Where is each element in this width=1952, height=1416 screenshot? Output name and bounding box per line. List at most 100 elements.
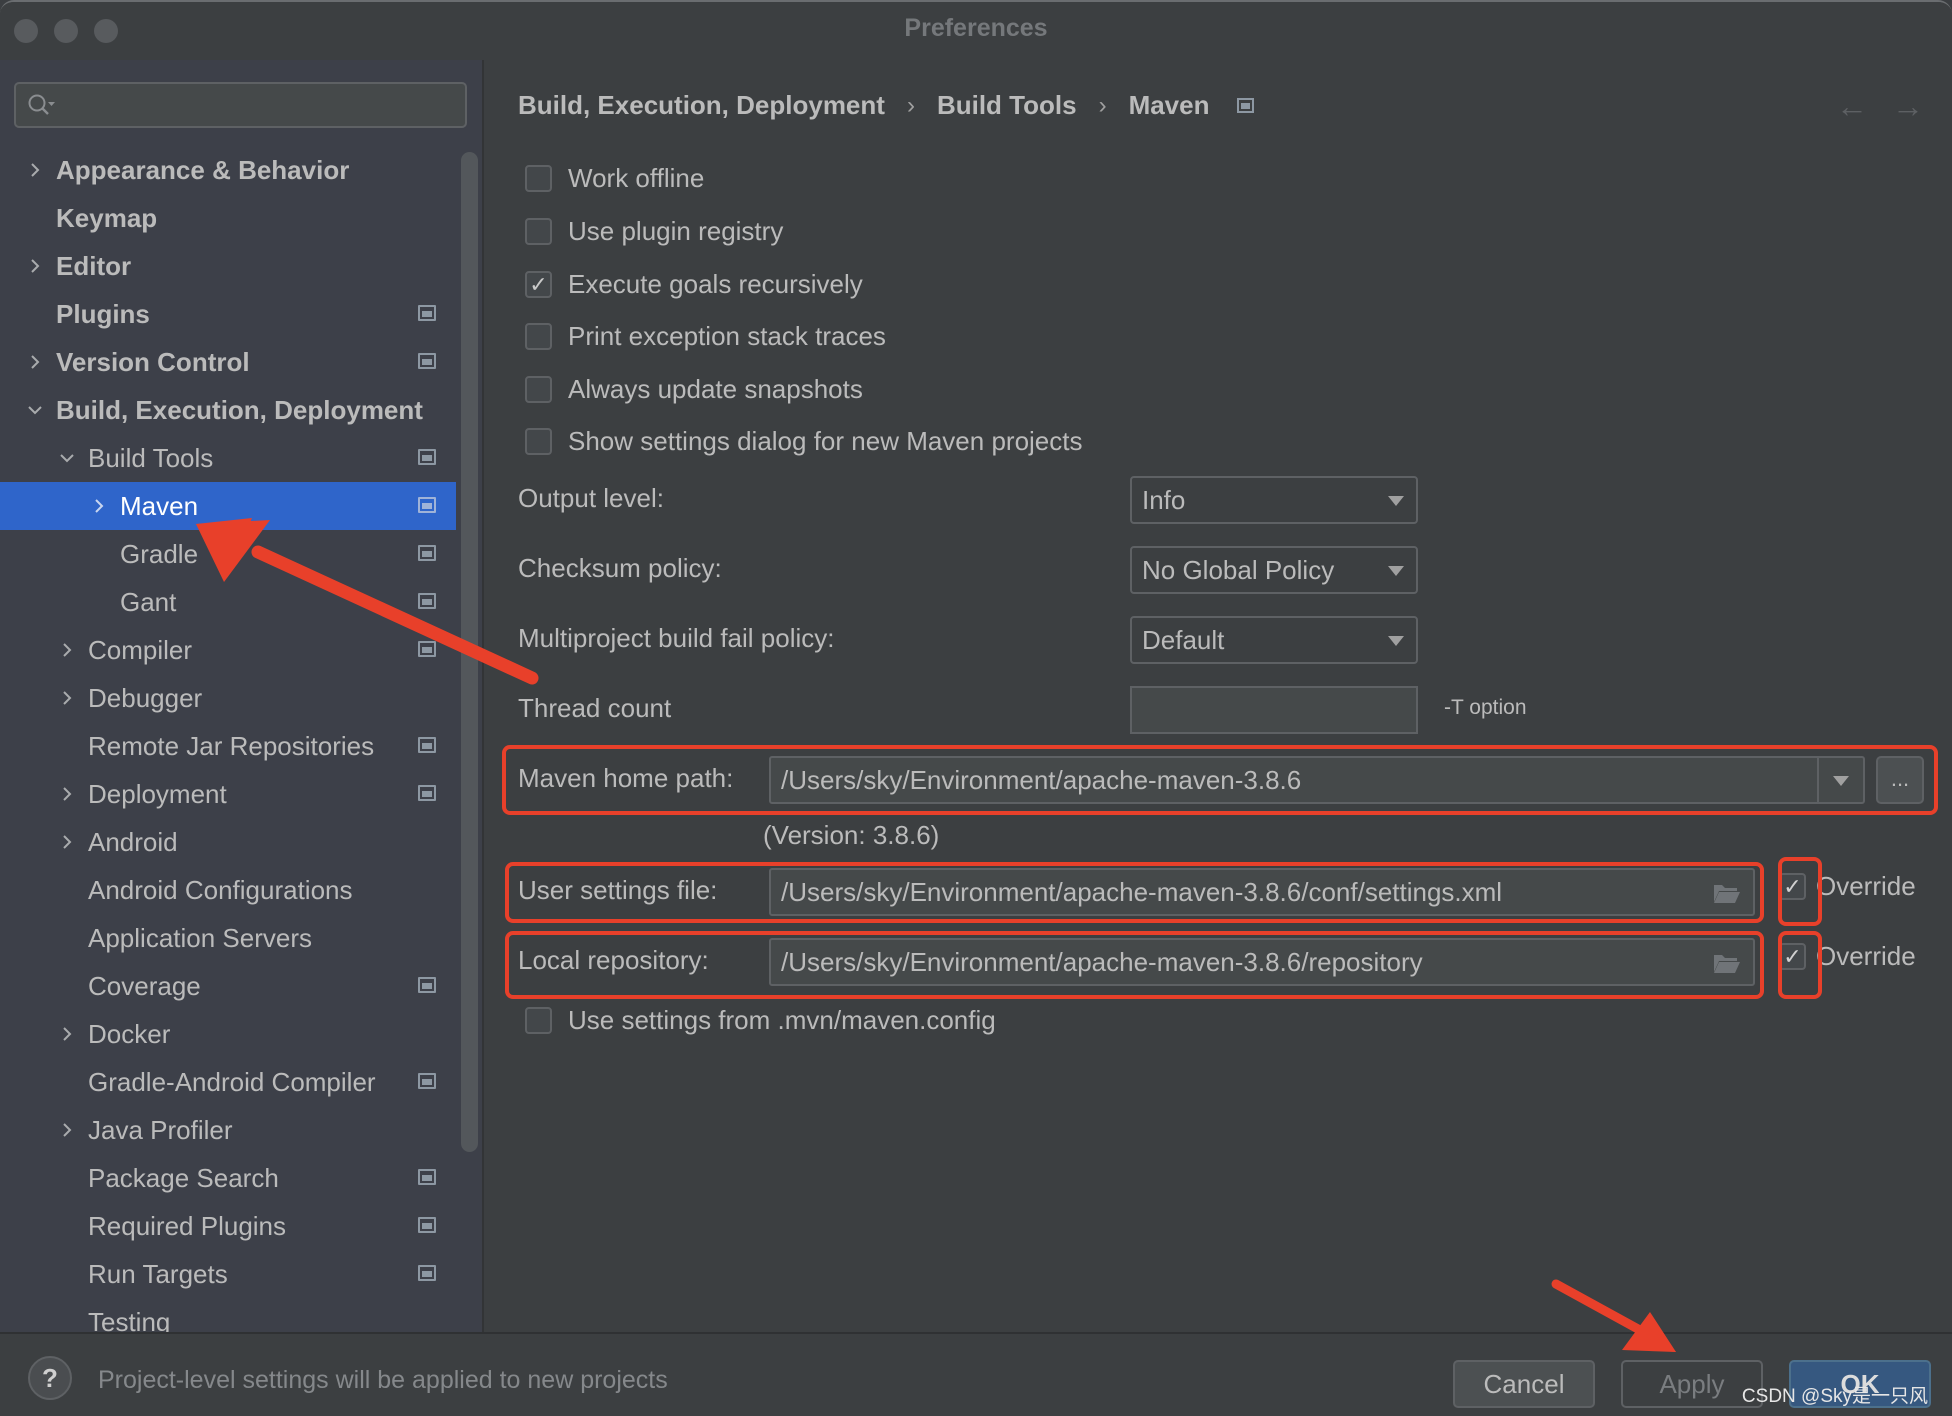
breadcrumb-item[interactable]: Build, Execution, Deployment: [518, 90, 885, 121]
user-settings-file-input[interactable]: /Users/sky/Environment/apache-maven-3.8.…: [769, 868, 1755, 916]
project-scope-icon: [418, 497, 436, 513]
checksum-policy-dropdown[interactable]: No Global Policy: [1130, 546, 1418, 594]
checkbox-checked-icon[interactable]: ✓: [1779, 873, 1806, 900]
sidebar-item[interactable]: Debugger: [0, 674, 456, 722]
sidebar-item[interactable]: Android: [0, 818, 456, 866]
option-checkbox[interactable]: ✓ Execute goals recursively: [525, 269, 863, 300]
sidebar-item-label: Docker: [88, 1019, 171, 1049]
maven-home-path-combo[interactable]: /Users/sky/Environment/apache-maven-3.8.…: [769, 756, 1865, 804]
project-scope-icon: [418, 641, 436, 657]
maven-home-path-label: Maven home path:: [518, 763, 734, 793]
chevron-right-icon[interactable]: [56, 831, 78, 853]
sidebar-item[interactable]: Gant: [0, 578, 456, 626]
breadcrumb-item[interactable]: Build Tools: [937, 90, 1077, 121]
thread-count-label: Thread count: [518, 693, 672, 723]
local-repository-value: /Users/sky/Environment/apache-maven-3.8.…: [781, 946, 1423, 977]
sidebar-item[interactable]: Docker: [0, 1010, 456, 1058]
chevron-right-icon[interactable]: [56, 639, 78, 661]
chevron-right-icon[interactable]: [24, 159, 46, 181]
dialog-footer: ? Project-level settings will be applied…: [0, 1332, 1952, 1416]
sidebar-item-label: Build Tools: [88, 443, 214, 473]
use-mvn-config-checkbox[interactable]: Use settings from .mvn/maven.config: [525, 1005, 996, 1036]
maven-home-path-value: /Users/sky/Environment/apache-maven-3.8.…: [781, 764, 1302, 795]
chevron-right-icon[interactable]: [24, 351, 46, 373]
option-label: Always update snapshots: [568, 374, 863, 404]
sidebar-item[interactable]: Appearance & Behavior: [0, 146, 456, 194]
sidebar-item-label: Maven: [120, 491, 199, 521]
help-button[interactable]: ?: [28, 1356, 72, 1400]
forward-arrow-icon[interactable]: →: [1892, 88, 1924, 125]
sidebar-item[interactable]: Compiler: [0, 626, 456, 674]
project-scope-icon: [418, 977, 436, 993]
project-scope-icon: [418, 1217, 436, 1233]
sidebar-scrollbar[interactable]: [461, 152, 478, 1152]
settings-search-input[interactable]: [14, 82, 467, 128]
checkbox-checked-icon[interactable]: ✓: [525, 271, 552, 298]
sidebar-item[interactable]: Gradle-Android Compiler: [0, 1058, 456, 1106]
sidebar-item-label: Editor: [56, 251, 132, 281]
folder-open-icon[interactable]: [1713, 952, 1741, 974]
checkbox-icon[interactable]: [525, 1007, 552, 1034]
dropdown-divider: [1817, 758, 1819, 802]
output-level-value: Info: [1142, 484, 1186, 515]
project-scope-icon: [418, 449, 436, 465]
sidebar-item[interactable]: Plugins: [0, 290, 456, 338]
multiproject-fail-policy-dropdown[interactable]: Default: [1130, 616, 1418, 664]
sidebar-item[interactable]: Gradle: [0, 530, 456, 578]
sidebar-item[interactable]: Editor: [0, 242, 456, 290]
sidebar-item[interactable]: Build, Execution, Deployment: [0, 386, 456, 434]
chevron-down-icon[interactable]: [56, 447, 78, 469]
local-repository-override-checkbox[interactable]: ✓ Override: [1779, 941, 1916, 972]
sidebar-item-label: Android: [88, 827, 178, 857]
navigation-arrows: ← →: [1836, 88, 1924, 125]
sidebar-item[interactable]: Coverage: [0, 962, 456, 1010]
sidebar-item[interactable]: Android Configurations: [0, 866, 456, 914]
sidebar-item[interactable]: Version Control: [0, 338, 456, 386]
option-checkbox[interactable]: Print exception stack traces: [525, 321, 886, 352]
chevron-down-icon[interactable]: [24, 399, 46, 421]
sidebar-item[interactable]: Keymap: [0, 194, 456, 242]
sidebar-item[interactable]: Run Targets: [0, 1250, 456, 1298]
checkbox-icon[interactable]: [525, 376, 552, 403]
breadcrumb-separator-icon: ›: [906, 91, 915, 119]
sidebar-item[interactable]: Deployment: [0, 770, 456, 818]
checkbox-icon[interactable]: [525, 218, 552, 245]
option-checkbox[interactable]: Work offline: [525, 163, 704, 194]
breadcrumb-separator-icon: ›: [1098, 91, 1107, 119]
sidebar-item-label: Plugins: [56, 299, 150, 329]
option-checkbox[interactable]: Always update snapshots: [525, 374, 863, 405]
user-settings-override-checkbox[interactable]: ✓ Override: [1779, 871, 1916, 902]
back-arrow-icon[interactable]: ←: [1836, 88, 1868, 125]
checkbox-checked-icon[interactable]: ✓: [1779, 943, 1806, 970]
chevron-right-icon[interactable]: [88, 495, 110, 517]
sidebar-item[interactable]: Java Profiler: [0, 1106, 456, 1154]
browse-maven-home-button[interactable]: ...: [1876, 756, 1924, 804]
checkbox-icon[interactable]: [525, 323, 552, 350]
multiproject-fail-policy-label: Multiproject build fail policy:: [518, 623, 835, 653]
sidebar-item[interactable]: Build Tools: [0, 434, 456, 482]
chevron-right-icon[interactable]: [56, 1023, 78, 1045]
checkbox-icon[interactable]: [525, 165, 552, 192]
sidebar-item[interactable]: Required Plugins: [0, 1202, 456, 1250]
folder-open-icon[interactable]: [1713, 882, 1741, 904]
sidebar-item[interactable]: Application Servers: [0, 914, 456, 962]
thread-count-hint: -T option: [1444, 696, 1527, 719]
chevron-right-icon[interactable]: [56, 783, 78, 805]
sidebar-item-label: Package Search: [88, 1163, 279, 1193]
sidebar-item[interactable]: Package Search: [0, 1154, 456, 1202]
chevron-right-icon[interactable]: [24, 255, 46, 277]
output-level-dropdown[interactable]: Info: [1130, 476, 1418, 524]
local-repository-input[interactable]: /Users/sky/Environment/apache-maven-3.8.…: [769, 938, 1755, 986]
chevron-down-icon[interactable]: [1833, 776, 1849, 786]
option-checkbox[interactable]: Show settings dialog for new Maven proje…: [525, 426, 1083, 457]
chevron-right-icon[interactable]: [56, 687, 78, 709]
chevron-down-icon: [1388, 636, 1404, 646]
sidebar-item[interactable]: Remote Jar Repositories: [0, 722, 456, 770]
project-scope-icon: [418, 1169, 436, 1185]
option-checkbox[interactable]: Use plugin registry: [525, 216, 783, 247]
chevron-right-icon[interactable]: [56, 1119, 78, 1141]
cancel-button[interactable]: Cancel: [1453, 1360, 1595, 1408]
sidebar-item[interactable]: Maven: [0, 482, 456, 530]
thread-count-input[interactable]: [1130, 686, 1418, 734]
checkbox-icon[interactable]: [525, 428, 552, 455]
